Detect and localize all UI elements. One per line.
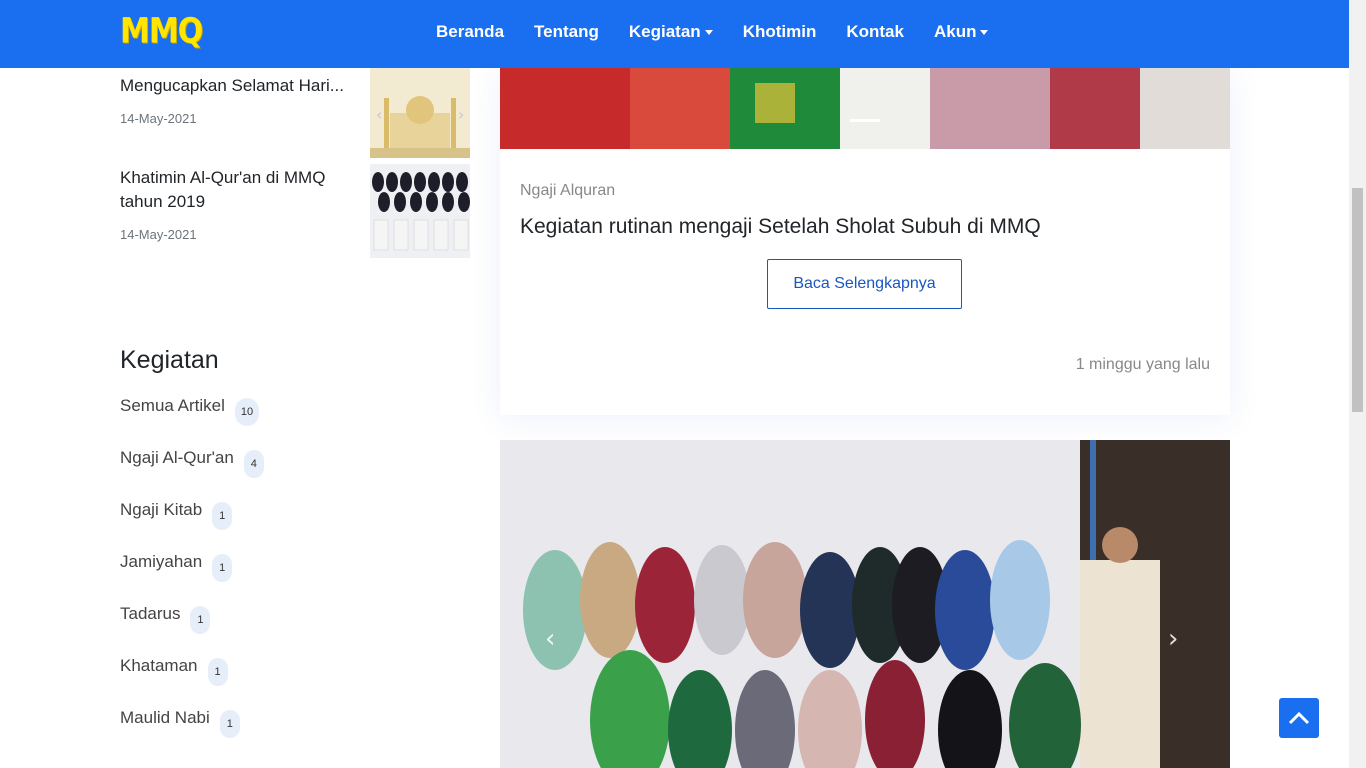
category-count-badge: 1 <box>207 658 228 686</box>
recent-post-title[interactable]: Mengucapkan Selamat Hari... <box>120 74 360 98</box>
nav-item-beranda[interactable]: Beranda <box>436 22 504 42</box>
category-item[interactable]: Maulid Nabi 1 <box>120 708 264 760</box>
page-scrollbar[interactable] <box>1349 0 1366 768</box>
nav-item-khotimin[interactable]: Khotimin <box>743 22 817 42</box>
carousel-prev-icon[interactable]: ‹ <box>545 624 555 654</box>
nav-label: Akun <box>933 22 977 41</box>
category-count-badge: 10 <box>234 398 260 426</box>
nav-label: Tentang <box>534 22 599 41</box>
category-item[interactable]: Ngaji Kitab 1 <box>120 500 264 552</box>
back-to-top-button[interactable] <box>1279 698 1319 738</box>
category-label: Semua Artikel <box>120 396 225 415</box>
nav-label: Beranda <box>436 22 505 41</box>
category-item[interactable]: Khataman 1 <box>120 656 264 708</box>
category-count-badge: 1 <box>190 606 211 634</box>
caret-down-icon <box>980 29 989 35</box>
article-title[interactable]: Kegiatan rutinan mengaji Setelah Sholat … <box>520 215 1041 239</box>
site-logo[interactable]: MMQ <box>120 11 203 51</box>
navbar: MMQ Beranda Tentang Kegiatan Khotimin Ko… <box>0 0 1349 68</box>
nav-label: Khotimin <box>742 22 817 41</box>
category-count-badge: 1 <box>219 710 240 738</box>
read-more-button[interactable]: Baca Selengkapnya <box>767 259 962 309</box>
article-card: Ngaji Alquran Kegiatan rutinan mengaji S… <box>500 68 1230 415</box>
category-list: Semua Artikel 10 Ngaji Al-Qur'an 4 Ngaji K… <box>120 396 264 760</box>
article-image-carousel[interactable]: ‹ › <box>500 440 1230 768</box>
carousel-indicator[interactable] <box>850 119 880 122</box>
nav-item-akun[interactable]: Akun <box>934 22 989 42</box>
nav-item-kegiatan[interactable]: Kegiatan <box>629 22 713 42</box>
category-item[interactable]: Tadarus 1 <box>120 604 264 656</box>
recent-post-thumbnail[interactable] <box>370 164 470 258</box>
category-label: Ngaji Kitab <box>120 500 203 519</box>
article-time: 1 minggu yang lalu <box>1075 356 1210 373</box>
category-label: Jamiyahan <box>120 552 203 571</box>
article-image-carousel[interactable] <box>500 68 1230 149</box>
category-item[interactable]: Ngaji Al-Qur'an 4 <box>120 448 264 500</box>
sidebar-heading: Kegiatan <box>120 346 219 374</box>
category-item[interactable]: Jamiyahan 1 <box>120 552 264 604</box>
category-label: Maulid Nabi <box>120 708 210 727</box>
nav-menu: Beranda Tentang Kegiatan Khotimin Kontak… <box>436 22 989 42</box>
scrollbar-thumb[interactable] <box>1352 188 1363 412</box>
recent-post-date: 14-May-2021 <box>120 227 197 242</box>
recent-post-title[interactable]: Khatimin Al-Qur'an di MMQ tahun 2019 <box>120 166 360 214</box>
nav-label: Kegiatan <box>628 22 701 41</box>
svg-text:‹: ‹ <box>376 105 382 124</box>
recent-post-date: 14-May-2021 <box>120 111 197 126</box>
recent-post-item[interactable]: Khatimin Al-Qur'an di MMQ tahun 2019 14-… <box>120 160 470 260</box>
svg-text:›: › <box>458 105 464 124</box>
caret-down-icon <box>704 29 713 35</box>
nav-label: Kontak <box>846 22 904 41</box>
chevron-up-icon <box>1288 711 1310 725</box>
recent-post-thumbnail[interactable]: ‹ › <box>370 68 470 158</box>
article-category[interactable]: Ngaji Alquran <box>520 182 615 200</box>
category-count-badge: 4 <box>243 450 264 478</box>
category-label: Khataman <box>120 656 198 675</box>
nav-item-tentang[interactable]: Tentang <box>534 22 599 42</box>
nav-item-kontak[interactable]: Kontak <box>846 22 904 42</box>
category-count-badge: 1 <box>212 502 233 530</box>
category-item[interactable]: Semua Artikel 10 <box>120 396 264 448</box>
category-count-badge: 1 <box>212 554 233 582</box>
carousel-next-icon[interactable]: › <box>1168 624 1178 654</box>
category-label: Ngaji Al-Qur'an <box>120 448 234 467</box>
category-label: Tadarus <box>120 604 181 623</box>
